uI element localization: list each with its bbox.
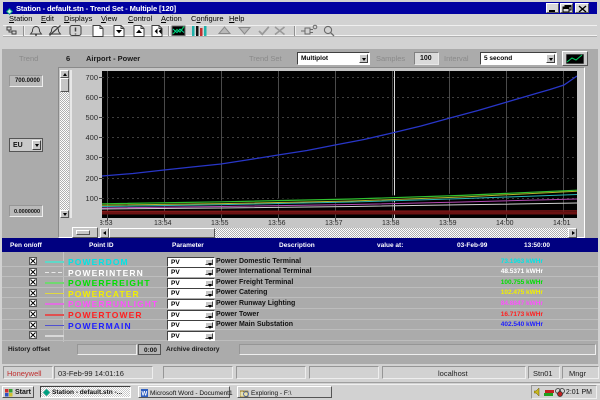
svg-text:W: W bbox=[142, 392, 148, 398]
